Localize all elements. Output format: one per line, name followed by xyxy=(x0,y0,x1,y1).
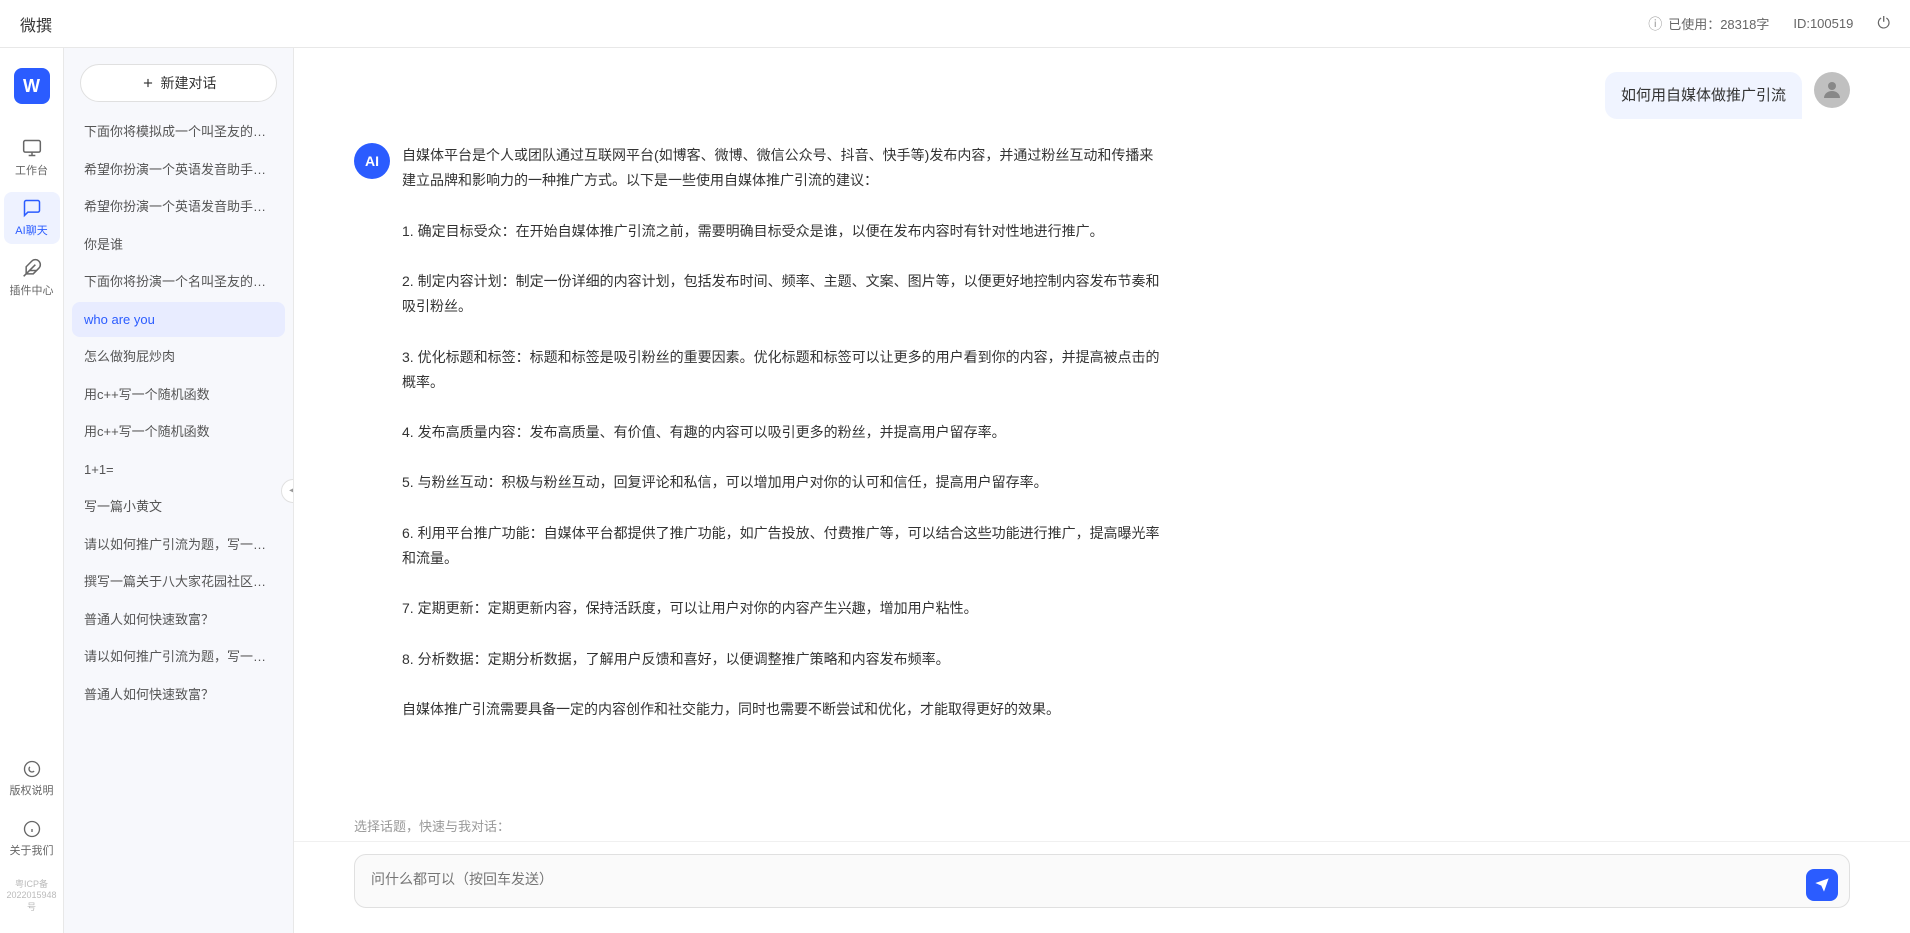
message-row-ai: AI 自媒体平台是个人或团队通过互联网平台(如博客、微博、微信公众号、抖音、快手… xyxy=(354,143,1850,722)
copyright-label: 版权说明 xyxy=(10,782,54,798)
list-item[interactable]: 怎么做狗屁炒肉 xyxy=(72,339,285,375)
usage-icon: ⓘ xyxy=(1648,14,1662,34)
copyright-icon xyxy=(23,760,41,778)
chat-icon xyxy=(22,198,42,218)
sidebar-item-copyright[interactable]: 版权说明 xyxy=(4,753,60,805)
topbar: 微撰 ⓘ 已使用：28318字 ID:100519 ⏻ xyxy=(0,0,1910,48)
send-icon xyxy=(1814,877,1830,893)
send-button[interactable] xyxy=(1806,869,1838,901)
list-item[interactable]: 普通人如何快速致富？ xyxy=(72,602,285,638)
list-item[interactable]: 下面你将扮演一个名叫圣友的医生 xyxy=(72,264,285,300)
about-label: 关于我们 xyxy=(10,842,54,858)
message-row-user: 如何用自媒体做推广引流 xyxy=(354,72,1850,119)
list-item[interactable]: 请以如何推广引流为题，写一篇大纲 xyxy=(72,527,285,563)
input-wrapper xyxy=(354,854,1850,913)
user-message: 如何用自媒体做推广引流 xyxy=(1605,72,1802,119)
list-item[interactable]: 撰写一篇关于八大家花园社区一刻钟便民生... xyxy=(72,564,285,600)
logo: W xyxy=(14,68,50,104)
chat-area: 如何用自媒体做推广引流 AI 自媒体平台是个人或团队通过互联网平台(如博客、微博… xyxy=(294,48,1910,933)
new-chat-button[interactable]: 新建对话 xyxy=(80,64,277,102)
list-item[interactable]: 用c++写一个随机函数 xyxy=(72,414,285,450)
icon-sidebar: W 工作台 AI聊天 插件中心 版权说明 xyxy=(0,48,64,933)
list-item[interactable]: 希望你扮演一个英语发音助手，我提供给你... xyxy=(72,189,285,225)
list-item[interactable]: 你是谁 xyxy=(72,227,285,263)
list-item[interactable]: 请以如何推广引流为题，写一篇大纲 xyxy=(72,639,285,675)
list-item[interactable]: 希望你扮演一个英语发音助手，我提供给你... xyxy=(72,152,285,188)
input-area xyxy=(294,841,1910,933)
icp-text: 粤ICP备2022015948号 xyxy=(0,873,63,917)
monitor-icon xyxy=(22,138,42,158)
history-sidebar: 新建对话 下面你将模拟成一个叫圣友的程序员，我说... 希望你扮演一个英语发音助… xyxy=(64,48,294,933)
info-icon xyxy=(23,820,41,838)
logo-area: W xyxy=(14,68,50,104)
workbench-label: 工作台 xyxy=(15,162,48,178)
ai-message: 自媒体平台是个人或团队通过互联网平台(如博客、微博、微信公众号、抖音、快手等)发… xyxy=(402,143,1162,722)
user-id: ID:100519 xyxy=(1793,16,1853,31)
list-item-active[interactable]: who are you xyxy=(72,302,285,338)
list-item[interactable]: 1+1= xyxy=(72,452,285,488)
main-layout: W 工作台 AI聊天 插件中心 版权说明 xyxy=(0,48,1910,933)
quick-topics: 选择话题，快速与我对话： xyxy=(294,804,1910,841)
icon-nav-bottom: 版权说明 关于我们 粤ICP备2022015948号 xyxy=(0,753,63,917)
topbar-usage: ⓘ 已使用：28318字 xyxy=(1648,14,1769,34)
list-item[interactable]: 用c++写一个随机函数 xyxy=(72,377,285,413)
plugin-label: 插件中心 xyxy=(10,282,54,298)
plugin-icon xyxy=(22,258,42,278)
sidebar-item-plugin[interactable]: 插件中心 xyxy=(4,252,60,304)
history-list: 下面你将模拟成一个叫圣友的程序员，我说... 希望你扮演一个英语发音助手，我提供… xyxy=(64,114,293,933)
usage-text: 已使用：28318字 xyxy=(1668,14,1769,33)
list-item[interactable]: 普通人如何快速致富？ xyxy=(72,677,285,713)
topbar-title: 微撰 xyxy=(20,12,1648,36)
chat-input[interactable] xyxy=(354,854,1850,908)
chat-messages: 如何用自媒体做推广引流 AI 自媒体平台是个人或团队通过互联网平台(如博客、微博… xyxy=(294,48,1910,804)
logout-button[interactable]: ⏻ xyxy=(1877,15,1890,33)
user-avatar xyxy=(1814,72,1850,108)
sidebar-item-workbench[interactable]: 工作台 xyxy=(4,132,60,184)
list-item[interactable]: 下面你将模拟成一个叫圣友的程序员，我说... xyxy=(72,114,285,150)
plus-icon xyxy=(141,76,155,90)
topbar-right: ⓘ 已使用：28318字 ID:100519 ⏻ xyxy=(1648,14,1890,34)
sidebar-item-ai-chat[interactable]: AI聊天 xyxy=(4,192,60,244)
user-avatar-icon xyxy=(1820,78,1844,102)
ai-chat-label: AI聊天 xyxy=(15,222,47,238)
ai-avatar: AI xyxy=(354,143,390,179)
list-item[interactable]: 写一篇小黄文 xyxy=(72,489,285,525)
sidebar-item-about[interactable]: 关于我们 xyxy=(4,813,60,865)
